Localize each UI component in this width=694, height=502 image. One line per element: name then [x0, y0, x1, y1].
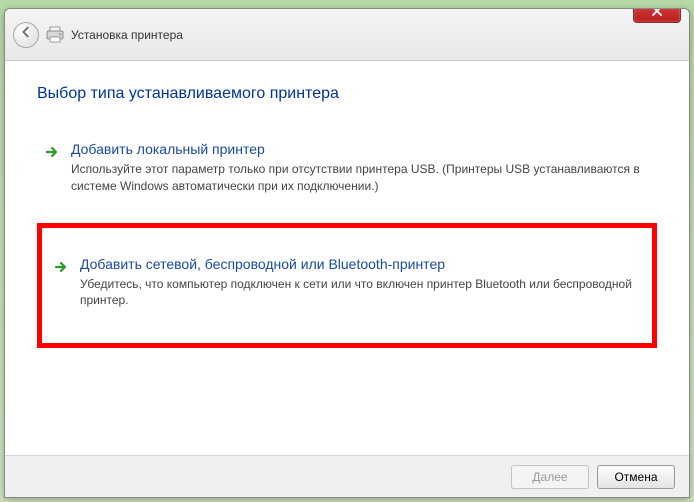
option-text: Добавить локальный принтер Используйте э… — [71, 141, 651, 195]
option-description: Убедитесь, что компьютер подключен к сет… — [80, 276, 642, 310]
option-local-printer[interactable]: Добавить локальный принтер Используйте э… — [37, 133, 657, 207]
back-button[interactable] — [13, 22, 39, 48]
back-arrow-icon — [19, 25, 33, 44]
option-title: Добавить локальный принтер — [71, 141, 651, 157]
option-network-printer[interactable]: Добавить сетевой, беспроводной или Bluet… — [37, 223, 657, 349]
printer-icon — [45, 27, 65, 43]
window-title: Установка принтера — [71, 28, 183, 42]
option-text: Добавить сетевой, беспроводной или Bluet… — [80, 256, 642, 310]
option-description: Используйте этот параметр только при отс… — [71, 161, 651, 195]
cancel-button[interactable]: Отмена — [597, 465, 675, 489]
option-title: Добавить сетевой, беспроводной или Bluet… — [80, 256, 642, 272]
page-heading: Выбор типа устанавливаемого принтера — [37, 85, 657, 103]
close-icon — [652, 8, 662, 19]
next-button[interactable]: Далее — [511, 465, 589, 489]
arrow-right-icon — [52, 258, 70, 276]
close-button[interactable] — [633, 8, 681, 23]
footer-bar: Далее Отмена — [5, 455, 689, 497]
arrow-right-icon — [43, 143, 61, 161]
wizard-window: Установка принтера Выбор типа устанавлив… — [4, 8, 690, 498]
title-bar: Установка принтера — [5, 9, 689, 61]
content-area: Выбор типа устанавливаемого принтера Доб… — [5, 61, 689, 455]
